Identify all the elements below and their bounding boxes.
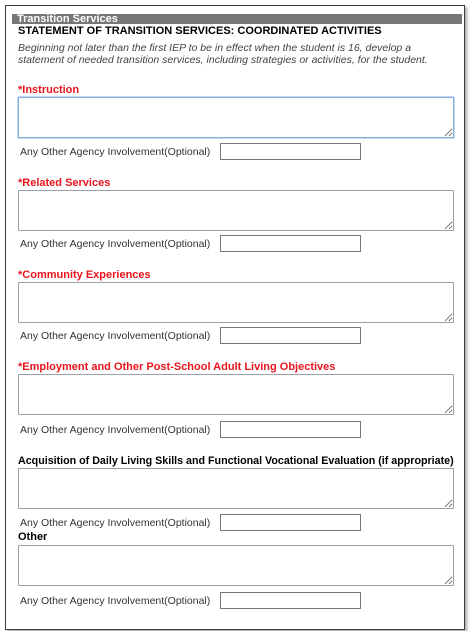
other-agency-input[interactable] bbox=[220, 592, 361, 609]
employment-objectives-agency-label: Any Other Agency Involvement(Optional) bbox=[20, 424, 211, 436]
daily-living-skills-label-text: Acquisition of Daily Living Skills and F… bbox=[18, 455, 454, 467]
related-services-label-text: Related Services bbox=[22, 177, 111, 189]
community-experiences-label: *Community Experiences bbox=[18, 269, 151, 282]
instruction-agency-input[interactable] bbox=[220, 143, 361, 160]
instruction-label: *Instruction bbox=[18, 84, 79, 97]
employment-objectives-textarea[interactable] bbox=[18, 374, 454, 415]
section-intro: Beginning not later than the first IEP t… bbox=[18, 42, 428, 66]
daily-living-skills-agency-label: Any Other Agency Involvement(Optional) bbox=[20, 517, 211, 529]
other-label-text: Other bbox=[18, 531, 48, 543]
related-services-label: *Related Services bbox=[18, 177, 110, 190]
employment-objectives-agency-input[interactable] bbox=[220, 421, 361, 438]
instruction-label-text: Instruction bbox=[22, 84, 80, 96]
related-services-textarea[interactable] bbox=[18, 190, 454, 231]
other-agency-label: Any Other Agency Involvement(Optional) bbox=[20, 595, 211, 607]
section-title: STATEMENT OF TRANSITION SERVICES: COORDI… bbox=[18, 25, 382, 37]
related-services-agency-label: Any Other Agency Involvement(Optional) bbox=[20, 238, 211, 250]
daily-living-skills-label: Acquisition of Daily Living Skills and F… bbox=[18, 455, 454, 468]
community-experiences-textarea[interactable] bbox=[18, 282, 454, 323]
daily-living-skills-textarea[interactable] bbox=[18, 468, 454, 509]
related-services-agency-input[interactable] bbox=[220, 235, 361, 252]
employment-objectives-label: *Employment and Other Post-School Adult … bbox=[18, 361, 335, 374]
instruction-agency-label: Any Other Agency Involvement(Optional) bbox=[20, 146, 211, 158]
panel-header: Transition Services bbox=[12, 14, 462, 25]
community-experiences-agency-label: Any Other Agency Involvement(Optional) bbox=[20, 330, 211, 342]
other-textarea[interactable] bbox=[18, 545, 454, 586]
community-experiences-label-text: Community Experiences bbox=[22, 269, 151, 281]
daily-living-skills-agency-input[interactable] bbox=[220, 514, 361, 531]
employment-objectives-label-text: Employment and Other Post-School Adult L… bbox=[22, 361, 336, 373]
other-label: Other bbox=[18, 531, 47, 544]
instruction-textarea[interactable] bbox=[18, 97, 454, 138]
community-experiences-agency-input[interactable] bbox=[220, 327, 361, 344]
